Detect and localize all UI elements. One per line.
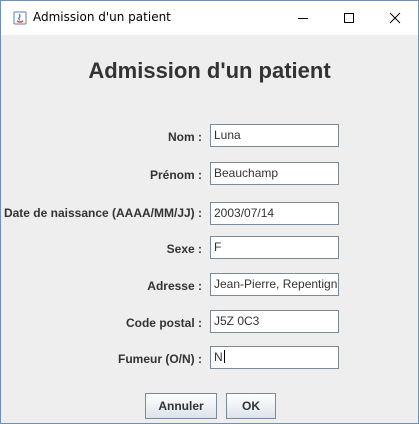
maximize-icon (344, 13, 354, 23)
label-date-naissance: Date de naissance (AAAA/MM/JJ) : (3, 206, 202, 220)
input-prenom[interactable]: Beauchamp (210, 162, 339, 185)
title-bar[interactable]: Admission d'un patient (1, 1, 418, 35)
label-fumeur: Fumeur (O/N) : (118, 352, 202, 366)
cancel-button[interactable]: Annuler (145, 393, 217, 419)
input-adresse[interactable]: Jean-Pierre, Repentign (210, 273, 339, 296)
input-fumeur[interactable]: N (210, 346, 339, 369)
input-code-postal[interactable]: J5Z 0C3 (210, 310, 339, 333)
label-prenom: Prénom : (149, 168, 202, 182)
window-title: Admission d'un patient (33, 10, 171, 24)
maximize-button[interactable] (326, 1, 372, 35)
input-nom[interactable]: Luna (210, 124, 339, 147)
label-nom: Nom : (168, 130, 202, 144)
label-adresse: Adresse : (147, 279, 202, 293)
ok-button[interactable]: OK (226, 393, 276, 419)
minimize-button[interactable] (280, 1, 326, 35)
text-caret (223, 350, 225, 363)
label-code-postal: Code postal : (125, 316, 202, 330)
input-date-naissance[interactable]: 2003/07/14 (210, 202, 339, 225)
minimize-icon (298, 18, 308, 19)
label-sexe: Sexe : (166, 242, 202, 256)
java-app-icon (13, 11, 27, 25)
close-button[interactable] (372, 1, 418, 35)
input-sexe[interactable]: F (210, 236, 339, 259)
form-heading: Admission d'un patient (88, 58, 331, 83)
close-icon (389, 12, 401, 24)
